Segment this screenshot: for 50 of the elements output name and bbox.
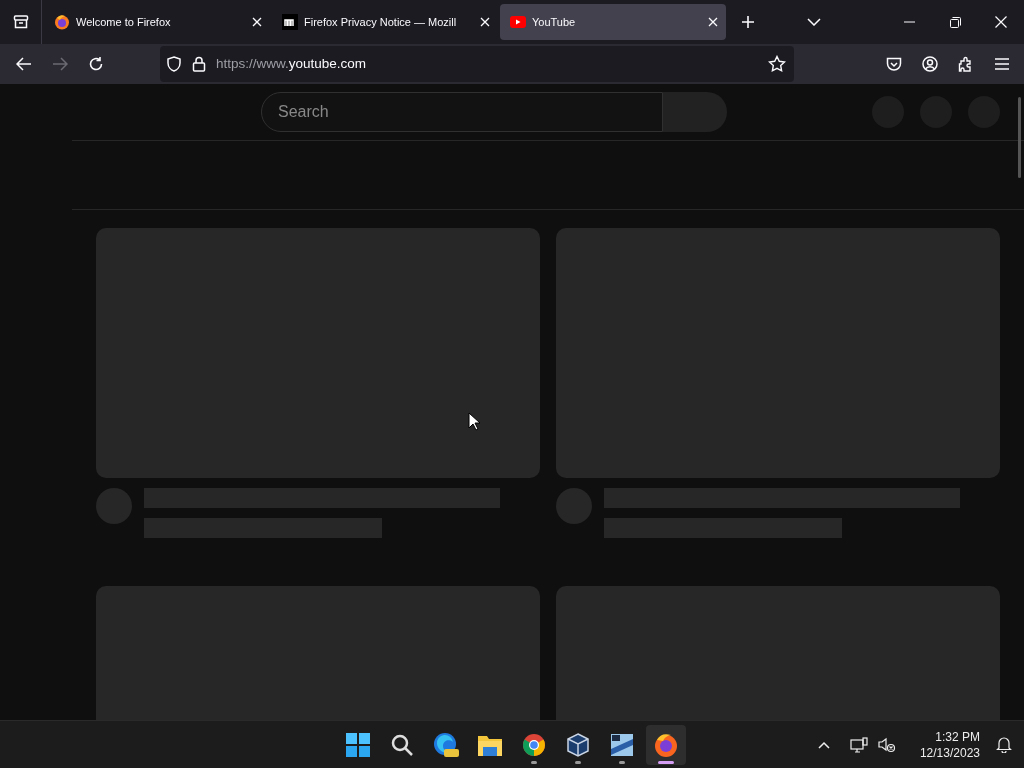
close-icon (995, 16, 1007, 28)
search-icon[interactable] (390, 733, 414, 757)
pocket-icon (886, 56, 902, 72)
url-text: https://www.youtube.com (216, 54, 368, 73)
close-icon[interactable] (252, 17, 262, 27)
avatar-placeholder (96, 488, 132, 524)
m-logo-icon (282, 14, 298, 30)
scrollbar-thumb[interactable] (1018, 97, 1021, 178)
lock-icon (192, 56, 206, 72)
puzzle-icon (958, 56, 974, 72)
play-logo-icon (510, 16, 526, 28)
chevron-down-icon (807, 18, 821, 26)
avatar-placeholder (556, 488, 592, 524)
edge-browser-icon[interactable] (433, 732, 459, 758)
browser-tab[interactable]: Welcome to Firefox (44, 4, 270, 40)
tab-title: YouTube (532, 14, 577, 30)
chevron-up-icon[interactable] (817, 740, 830, 749)
vista-cd-icon[interactable] (610, 733, 634, 757)
forward-arrow-icon (52, 57, 68, 71)
shield-icon (166, 56, 182, 72)
cursor-icon (468, 412, 480, 431)
network-icon[interactable] (849, 736, 868, 753)
firefox-icon (54, 14, 70, 30)
plus-icon (741, 15, 755, 29)
bell-icon[interactable] (996, 736, 1012, 753)
taskbar-button[interactable] (646, 725, 686, 765)
tab-title: Firefox Privacy Notice — Mozill (304, 14, 458, 30)
search-field[interactable]: Search (261, 92, 663, 132)
back-arrow-icon (16, 57, 32, 71)
clock-time: 1:32 PM (935, 728, 980, 745)
close-icon[interactable] (708, 17, 718, 27)
cube-icon[interactable] (566, 733, 590, 757)
chrome-browser-icon[interactable] (522, 733, 546, 757)
restore-icon (949, 16, 961, 28)
muted-speaker-icon[interactable] (877, 736, 896, 753)
clock-date: 12/13/2023 (919, 744, 980, 761)
reload-icon (88, 56, 104, 72)
menu-icon (995, 58, 1009, 70)
star-icon[interactable] (768, 55, 786, 73)
browser-tab[interactable]: Firefox Privacy Notice — Mozill (272, 4, 498, 40)
tab-title: Welcome to Firefox (76, 14, 172, 30)
close-icon[interactable] (480, 17, 490, 27)
address-bar[interactable]: https://www.youtube.com (160, 46, 794, 82)
firefox-icon[interactable] (653, 732, 679, 758)
folder-icon[interactable] (477, 733, 503, 757)
browser-tab[interactable]: YouTube (500, 4, 726, 40)
tray-icon (12, 14, 29, 30)
minimize-icon (903, 21, 915, 23)
windows-logo-icon[interactable] (346, 733, 370, 757)
account-icon (922, 56, 938, 72)
